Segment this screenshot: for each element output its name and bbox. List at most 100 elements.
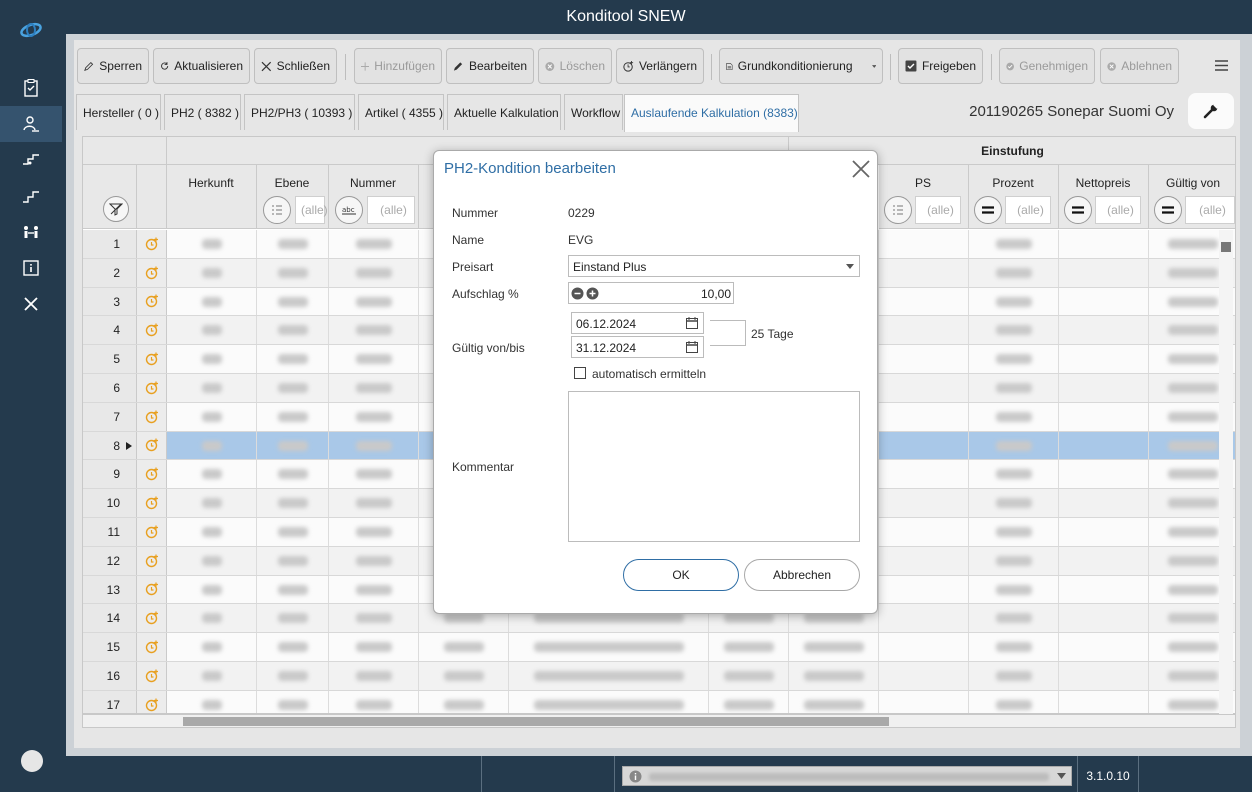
stairs-icon[interactable] [0, 178, 62, 214]
extend-clock-icon[interactable] [137, 690, 167, 713]
wrench-icon[interactable] [1188, 93, 1234, 129]
abbrechen-button[interactable]: Abbrechen [744, 559, 860, 591]
price-step-icon[interactable] [0, 142, 62, 178]
column-nettopreis[interactable]: Nettopreis (alle) [1059, 165, 1149, 229]
plus-icon[interactable] [586, 287, 599, 300]
column-prozent[interactable]: Prozent (alle) [969, 165, 1059, 229]
logo-icon[interactable] [18, 20, 44, 40]
extend-clock-icon[interactable] [137, 489, 167, 517]
grundkonditionierung-dropdown[interactable]: Grundkonditionierung [719, 48, 883, 84]
gueltig-von-filter-input[interactable]: (alle) [1185, 196, 1235, 224]
verlaengern-button[interactable]: Verlängern [616, 48, 704, 84]
person-sign-icon[interactable] [0, 106, 62, 142]
vertical-scrollbar[interactable] [1219, 230, 1233, 714]
extend-clock-icon[interactable] [137, 345, 167, 373]
redacted-value [724, 642, 774, 653]
vertical-scroll-thumb[interactable] [1221, 242, 1231, 252]
column-gueltig-von[interactable]: Gültig von (alle) [1149, 165, 1235, 229]
column-herkunft[interactable]: Herkunft [167, 165, 257, 229]
extend-clock-icon[interactable] [137, 546, 167, 575]
list-filter-icon[interactable] [884, 196, 912, 224]
table-row[interactable]: 15 [83, 633, 1235, 662]
menu-icon[interactable] [1215, 60, 1228, 74]
aktualisieren-button[interactable]: Aktualisieren [153, 48, 250, 84]
user-avatar[interactable] [21, 750, 43, 772]
freigeben-button[interactable]: Freigeben [898, 48, 983, 84]
text-filter-icon[interactable]: abc [335, 196, 363, 224]
extend-clock-icon[interactable] [137, 258, 167, 287]
tab-artikel[interactable]: Artikel ( 4355 ) [358, 94, 444, 130]
redacted-value [1168, 296, 1218, 307]
tab-ph2[interactable]: PH2 ( 8382 ) [164, 94, 241, 130]
info-icon[interactable] [0, 250, 62, 286]
extend-clock-icon[interactable] [137, 287, 167, 316]
ps-filter-input[interactable]: (alle) [915, 196, 961, 224]
column-nummer[interactable]: Nummer abc (alle) [329, 165, 419, 229]
list-filter-icon[interactable] [263, 196, 291, 224]
table-row[interactable]: 16 [83, 662, 1235, 691]
horizontal-scroll-thumb[interactable] [183, 717, 889, 726]
grid-cell [879, 374, 969, 402]
tab-ph2-ph3[interactable]: PH2/PH3 ( 10393 ) [244, 94, 355, 130]
column-ebene[interactable]: Ebene (alle) [257, 165, 329, 229]
tools-icon[interactable] [0, 286, 62, 322]
genehmigen-label: Genehmigen [1019, 59, 1088, 73]
extend-clock-icon[interactable] [137, 230, 167, 258]
prozent-filter-input[interactable]: (alle) [1005, 196, 1051, 224]
bearbeiten-button[interactable]: Bearbeiten [446, 48, 534, 84]
extend-clock-icon[interactable] [137, 633, 167, 661]
extend-clock-icon[interactable] [137, 374, 167, 402]
close-icon[interactable] [850, 158, 872, 180]
calendar-icon[interactable] [686, 317, 698, 329]
ablehnen-button[interactable]: Ablehnen [1100, 48, 1179, 84]
equals-filter-icon[interactable] [1064, 196, 1092, 224]
schliessen-button[interactable]: Schließen [254, 48, 337, 84]
filter-clear-icon[interactable] [103, 196, 129, 222]
calendar-icon[interactable] [686, 341, 698, 353]
grid-cell [329, 374, 419, 402]
grid-cell [969, 546, 1059, 575]
people-icon[interactable] [0, 214, 62, 250]
status-message-dropdown[interactable] [622, 766, 1072, 786]
tab-hersteller[interactable]: Hersteller ( 0 ) [76, 94, 161, 130]
equals-filter-icon[interactable] [974, 196, 1002, 224]
grid-cell [257, 316, 329, 345]
extend-clock-icon[interactable] [137, 604, 167, 633]
extend-clock-icon[interactable] [137, 402, 167, 431]
chevron-down-icon [1057, 773, 1066, 779]
column-ps[interactable]: PS (alle) [879, 165, 969, 229]
extend-clock-icon[interactable] [137, 575, 167, 604]
extend-clock-icon[interactable] [137, 316, 167, 345]
kommentar-textarea[interactable] [568, 391, 860, 542]
nummer-filter-input[interactable]: (alle) [367, 196, 415, 224]
sperren-button[interactable]: Sperren [77, 48, 149, 84]
extend-clock-icon[interactable] [137, 662, 167, 690]
equals-filter-icon[interactable] [1154, 196, 1182, 224]
von-date-input[interactable]: 06.12.2024 [571, 312, 704, 334]
extend-clock-icon[interactable] [137, 460, 167, 489]
grid-cell [509, 662, 709, 690]
aufschlag-spinner[interactable]: 10,00 [568, 282, 734, 304]
ebene-filter-input[interactable]: (alle) [295, 196, 328, 224]
grid-cell [879, 604, 969, 633]
tab-auslaufende-kalkulation[interactable]: Auslaufende Kalkulation (8383) [624, 94, 799, 132]
filter-header-cell [83, 165, 137, 229]
clipboard-icon[interactable] [0, 70, 62, 106]
redacted-value [202, 325, 222, 336]
nettopreis-filter-input[interactable]: (alle) [1095, 196, 1141, 224]
loeschen-button[interactable]: Löschen [538, 48, 612, 84]
auto-checkbox[interactable] [574, 367, 586, 379]
table-row[interactable]: 17 [83, 690, 1235, 713]
extend-clock-icon[interactable] [137, 431, 167, 460]
grid-cell [969, 604, 1059, 633]
hinzufuegen-button[interactable]: Hinzufügen [354, 48, 442, 84]
ok-button[interactable]: OK [623, 559, 739, 591]
bis-date-input[interactable]: 31.12.2024 [571, 336, 704, 358]
tab-workflow[interactable]: Workflow [564, 94, 623, 130]
tab-aktuelle-kalkulation[interactable]: Aktuelle Kalkulation [447, 94, 561, 130]
minus-icon[interactable] [571, 287, 584, 300]
preisart-select[interactable]: Einstand Plus [568, 255, 860, 277]
horizontal-scrollbar[interactable] [82, 714, 1236, 728]
extend-clock-icon[interactable] [137, 518, 167, 546]
genehmigen-button[interactable]: Genehmigen [999, 48, 1095, 84]
